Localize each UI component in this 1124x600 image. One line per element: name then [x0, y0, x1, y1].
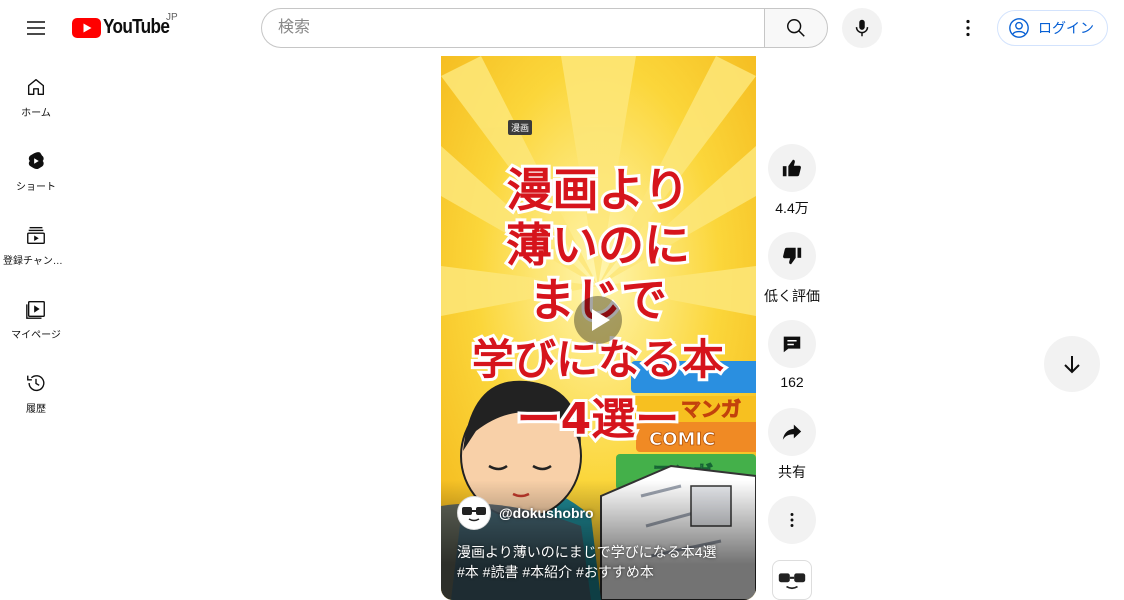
more-actions-button[interactable] [768, 496, 816, 544]
more-vertical-icon [966, 19, 970, 37]
comments-button[interactable] [768, 320, 816, 368]
thumbs-down-icon [783, 247, 802, 265]
youtube-play-logo-icon [72, 17, 101, 38]
next-video-button[interactable] [1044, 336, 1100, 392]
thumb-title-line-1: 漫画より [506, 163, 689, 217]
play-button[interactable] [568, 292, 628, 348]
book-spine-1: マンガ [681, 397, 741, 421]
shorts-action-bar: 4.4万 低く評価 162 共有 [764, 144, 820, 600]
sidebar-item-home[interactable]: ホーム [0, 56, 72, 130]
sidebar-item-label: マイページ [11, 330, 61, 341]
settings-more-button[interactable] [948, 8, 988, 48]
microphone-icon [855, 19, 869, 37]
subscriptions-icon [27, 226, 45, 244]
more-vertical-icon [790, 513, 794, 527]
channel-avatar-icon [778, 573, 806, 590]
masthead: YouTube JP ログイン [0, 0, 1124, 56]
thumb-title-line-5: ー4選ー [517, 394, 680, 445]
search-button[interactable] [764, 8, 828, 48]
dislike-button[interactable] [768, 232, 816, 280]
sidebar-item-library[interactable]: マイページ [0, 278, 72, 352]
voice-search-button[interactable] [842, 8, 882, 48]
video-title: 漫画より薄いのにまじで学びになる本4選 #本 #読書 #本紹介 #おすすめ本 [457, 542, 747, 582]
dislike-action: 低く評価 [764, 232, 820, 306]
like-button[interactable] [768, 144, 816, 192]
channel-thumbnail-button[interactable] [772, 560, 812, 600]
logo-region-code: JP [166, 12, 178, 23]
shorts-video-player[interactable]: マンガ COMIC マンガ 漫画より 薄いのに まじで 学びになる本 ー4選ー … [441, 56, 756, 600]
signin-label: ログイン [1038, 20, 1094, 36]
sidebar-item-label: ショート [16, 182, 56, 193]
sidebar-item-label: ホーム [21, 108, 51, 119]
search-icon [787, 19, 805, 37]
sidebar-item-label: 登録チャンネル [3, 256, 69, 267]
sidebar-item-label: 履歴 [26, 404, 46, 415]
video-hashtags[interactable]: #本 #読書 #本紹介 #おすすめ本 [457, 562, 747, 582]
share-button[interactable] [768, 408, 816, 456]
channel-avatar-icon [462, 507, 486, 522]
thumbs-up-icon [782, 159, 801, 177]
signin-button[interactable]: ログイン [997, 10, 1108, 46]
account-circle-icon [1009, 18, 1029, 38]
library-icon [26, 300, 45, 319]
share-action: 共有 [768, 408, 816, 482]
youtube-logo[interactable]: YouTube JP [72, 12, 180, 39]
comment-action: 162 [768, 320, 816, 394]
sidebar-item-subscriptions[interactable]: 登録チャンネル [0, 204, 72, 278]
history-icon [27, 375, 45, 392]
mini-guide: ホーム ショート 登録チャンネル マイページ 履歴 [0, 56, 72, 426]
logo-text: YouTube [103, 16, 170, 38]
dislike-label: 低く評価 [764, 288, 820, 304]
comment-count: 162 [780, 374, 804, 390]
guide-menu-button[interactable] [16, 8, 56, 48]
video-category-tag: 漫画 [508, 120, 533, 135]
search-input[interactable] [261, 8, 764, 48]
like-action: 4.4万 [768, 144, 816, 218]
sidebar-item-shorts[interactable]: ショート [0, 130, 72, 204]
shorts-icon [28, 152, 44, 170]
share-icon [782, 424, 802, 440]
search-bar [261, 8, 828, 48]
like-count: 4.4万 [775, 200, 809, 216]
channel-avatar[interactable] [457, 496, 491, 530]
home-icon [27, 78, 45, 96]
play-icon [574, 296, 622, 344]
comment-icon [783, 336, 801, 353]
arrow-down-icon [1064, 356, 1080, 374]
channel-info[interactable]: @dokushobro [457, 496, 594, 530]
sidebar-item-history[interactable]: 履歴 [0, 352, 72, 426]
hamburger-icon [27, 21, 45, 35]
channel-name[interactable]: @dokushobro [499, 505, 594, 521]
video-title-text: 漫画より薄いのにまじで学びになる本4選 [457, 544, 717, 560]
thumb-title-line-2: 薄いのに [506, 218, 690, 272]
share-label: 共有 [778, 464, 806, 480]
